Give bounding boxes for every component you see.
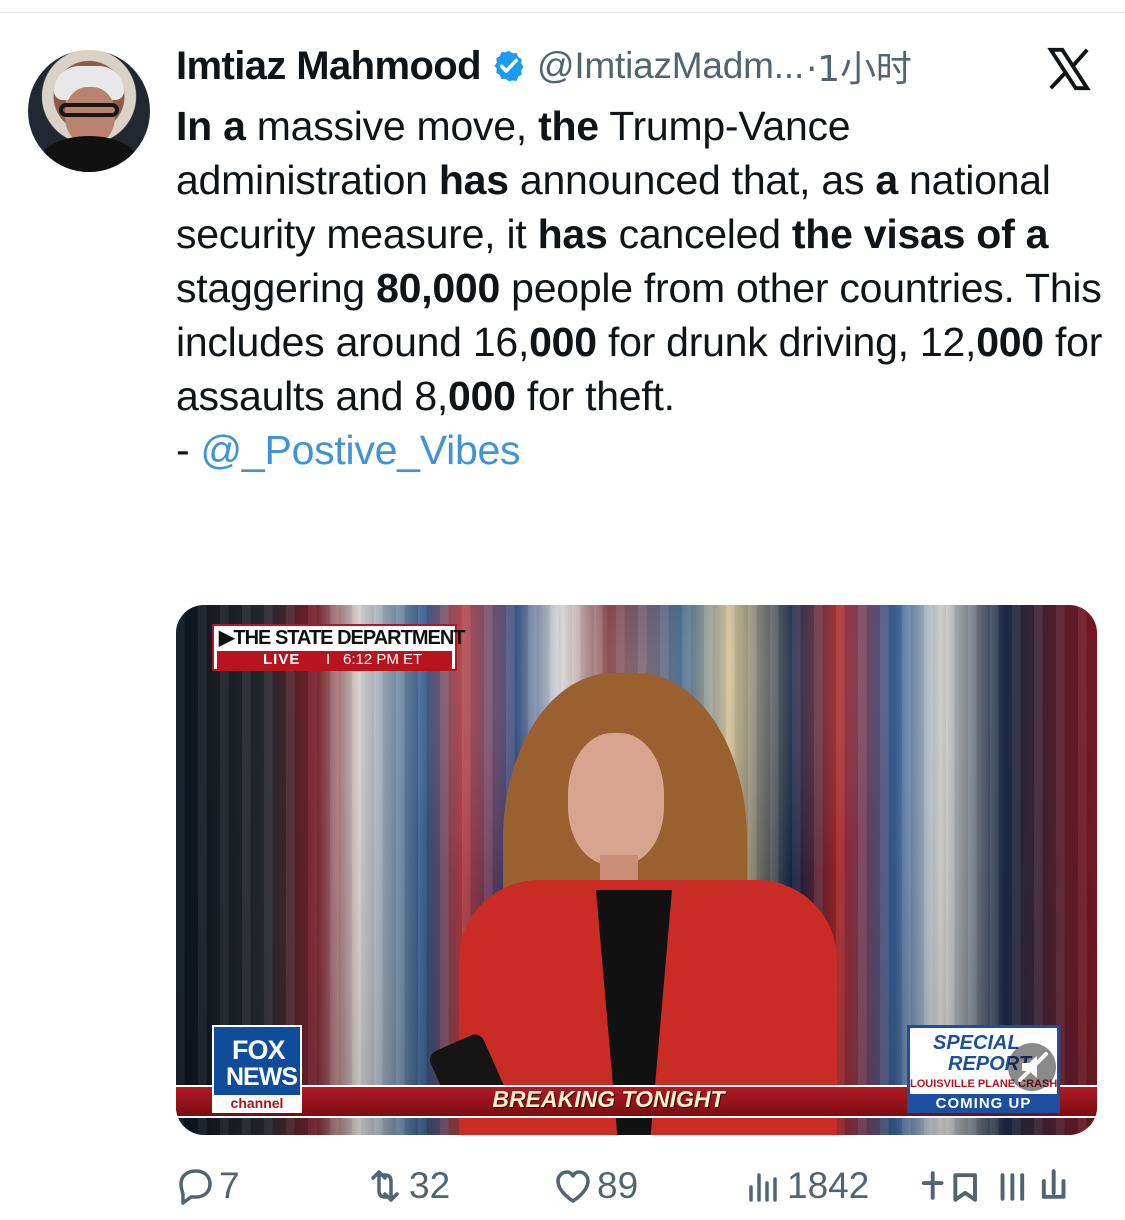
tweet-body: In a massive move, the Trump-Vance admin… [176,99,1106,477]
reply-count: 7 [219,1165,240,1206]
channel-word: channel [214,1095,300,1111]
views-chart-icon [749,1173,777,1202]
views-button[interactable]: 1842 [742,1162,869,1210]
tweet-text-segment: the visas of a [791,211,1049,257]
view-count: 1842 [787,1165,870,1206]
muted-speaker-icon[interactable] [1008,1043,1056,1091]
coming-up-label: COMING UP [910,1094,1057,1113]
tweet-timestamp[interactable]: ·1小时 [806,40,912,92]
live-time-row: LIVE I 6:12 PM ET [217,651,452,669]
tweet-text-segment: 80,000 [376,265,501,311]
repost-count: 32 [409,1165,451,1206]
author-name[interactable]: Imtiaz Mahmood [176,44,482,89]
more-actions-icons[interactable] [916,1162,1096,1210]
tweet-text-segment: massive move, [245,103,539,149]
live-separator: I [326,651,331,668]
special-label: SPECIAL [933,1032,1020,1054]
timestamp-value[interactable]: 1小时 [817,49,912,90]
tweet-text-segment: has [438,157,509,203]
tweet-text-segment: 000 [976,319,1044,365]
tweet-text-segment: has [537,211,608,257]
reply-icon [179,1169,212,1205]
tweet-text-segment: a [875,157,898,203]
fox-news-logo: FOX NEWS channel [212,1025,302,1113]
like-button[interactable]: 89 [552,1162,638,1210]
tweet-text-segment: announced that, as [508,157,876,203]
repost-icon [371,1170,399,1202]
author-handle[interactable]: @ImtiazMadm... [537,45,804,87]
heart-icon [556,1170,590,1203]
live-time: 6:12 PM ET [343,651,423,668]
credit-prefix: - [176,427,201,473]
fox-word: FOX [232,1035,286,1065]
x-logo-icon[interactable] [1046,46,1092,92]
bookmark-share-icon-group [921,1169,1066,1202]
news-word: NEWS [226,1063,298,1091]
verified-badge-icon [494,50,524,82]
tweet-text-segment: staggering [176,265,377,311]
repost-button[interactable]: 32 [364,1162,450,1210]
state-department-title: ▶THE STATE DEPARTMENT [219,627,465,649]
breaking-tonight-label: BREAKING TONIGHT [492,1086,725,1112]
live-label: LIVE [263,651,301,668]
tweet-text-segment: 000 [448,373,516,419]
tweet-credit-line: - @_Postive_Vibes [176,423,1106,477]
embedded-video[interactable]: ▶THE STATE DEPARTMENT LIVE I 6:12 PM ET … [176,605,1097,1135]
tweet-paragraph: In a massive move, the Trump-Vance admin… [176,99,1106,423]
tweet-author-row: Imtiaz Mahmood @ImtiazMadm... ·1小时 [176,40,1086,92]
tweet-text-segment: for drunk driving, 12, [596,319,977,365]
avatar-shirt [40,136,138,172]
credit-mention-link[interactable]: @_Postive_Vibes [201,427,521,473]
tweet-text-segment: In a [176,103,246,149]
news-anchor-face [568,733,664,865]
author-avatar[interactable] [28,50,150,172]
tweet-text-segment: for theft. [515,373,675,419]
tweet-action-bar: 7 32 89 1842 [174,1162,1104,1210]
reply-button[interactable]: 7 [174,1162,240,1210]
like-count: 89 [597,1165,639,1206]
avatar-glasses [59,103,119,117]
tweet-text-segment: 000 [529,319,597,365]
state-department-lower-third: ▶THE STATE DEPARTMENT LIVE I 6:12 PM ET [212,624,465,671]
tweet-text-segment: canceled [607,211,792,257]
tweet-text-segment: the [538,103,599,149]
top-divider [0,0,1125,13]
